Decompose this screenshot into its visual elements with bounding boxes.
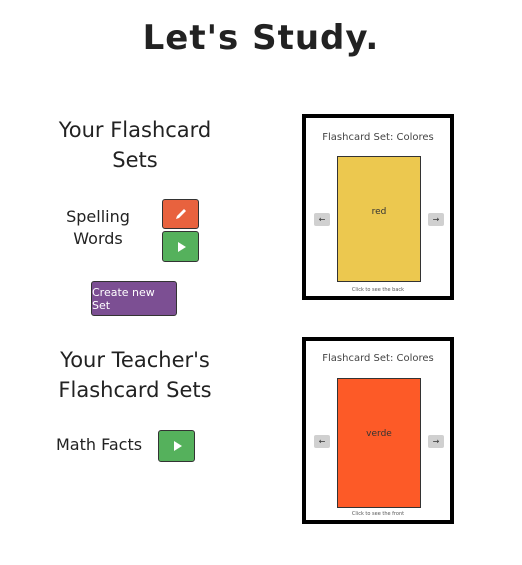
teacher-sets-heading-line2: Flashcard Sets — [58, 378, 212, 402]
set-name-math-facts[interactable]: Math Facts — [56, 434, 148, 456]
arrow-right-icon[interactable]: → — [428, 435, 444, 448]
flashcard[interactable]: verde — [337, 378, 421, 508]
set-name-line2: Words — [73, 229, 123, 248]
viewer-title: Flashcard Set: Colores — [322, 353, 434, 364]
set-name-spelling-words[interactable]: Spelling Words — [60, 206, 136, 250]
create-new-set-button[interactable]: Create new Set — [91, 281, 177, 316]
arrow-left-icon[interactable]: ← — [314, 435, 330, 448]
arrow-right-icon[interactable]: → — [428, 213, 444, 226]
flashcard[interactable]: red — [337, 156, 421, 282]
edit-set-button[interactable] — [162, 199, 199, 229]
arrow-left-icon[interactable]: ← — [314, 213, 330, 226]
my-sets-heading-line1: Your Flashcard — [58, 118, 212, 142]
set-name-line1: Spelling — [66, 207, 130, 226]
teacher-sets-heading: Your Teacher's Flashcard Sets — [50, 345, 220, 405]
play-icon — [177, 241, 186, 252]
flip-hint: Click to see the back — [351, 287, 405, 293]
flashcard-text: red — [371, 207, 387, 217]
my-sets-heading-line2: Sets — [112, 148, 158, 172]
flashcard-viewer-2: Flashcard Set: Colores ← verde → Click t… — [302, 337, 454, 524]
viewer-title: Flashcard Set: Colores — [322, 132, 434, 143]
create-new-set-label: Create new Set — [92, 285, 155, 312]
pencil-icon — [175, 209, 186, 219]
study-set-button[interactable] — [162, 231, 199, 262]
teacher-sets-heading-line1: Your Teacher's — [60, 348, 210, 372]
play-icon — [173, 441, 182, 451]
flip-hint: Click to see the front — [351, 511, 405, 517]
study-teacher-set-button[interactable] — [158, 430, 195, 462]
page-title: Let's Study. — [142, 18, 380, 58]
my-sets-heading: Your Flashcard Sets — [50, 115, 220, 175]
flashcard-viewer-1: Flashcard Set: Colores ← red → Click to … — [302, 114, 454, 300]
flashcard-text: verde — [366, 429, 392, 439]
